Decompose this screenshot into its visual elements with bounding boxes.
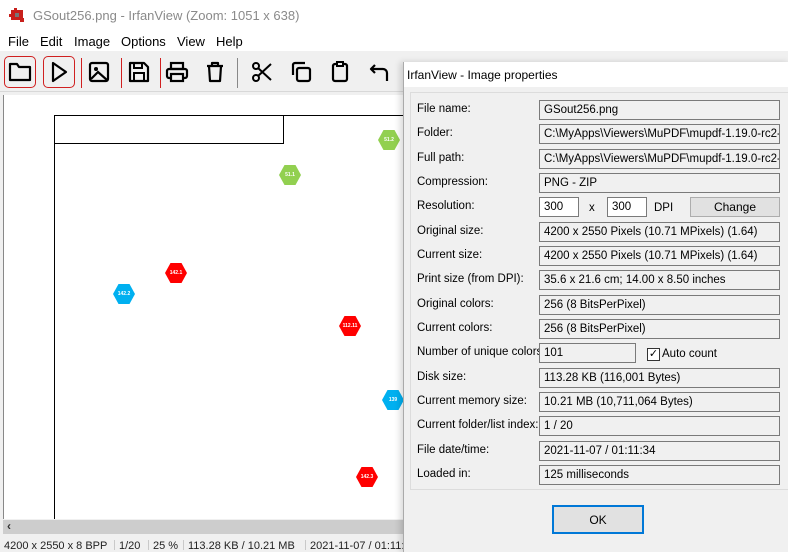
disk-size-label: Disk size: bbox=[417, 371, 467, 383]
undo-icon bbox=[369, 64, 389, 81]
play-icon bbox=[51, 61, 68, 83]
status-bar: 4200 x 2550 x 8 BPP 1/20 25 % 113.28 KB … bbox=[0, 536, 405, 550]
list-index-field[interactable]: 1 / 20 bbox=[539, 416, 780, 436]
original-colors-field[interactable]: 256 (8 BitsPerPixel) bbox=[539, 295, 780, 315]
unique-colors-label: Number of unique colors: bbox=[417, 346, 546, 358]
unique-colors-field[interactable]: 101 bbox=[539, 343, 636, 363]
irfanview-app-icon bbox=[9, 7, 25, 23]
original-size-label: Original size: bbox=[417, 225, 484, 237]
slideshow-button[interactable] bbox=[43, 56, 75, 88]
scissors-icon bbox=[252, 62, 272, 82]
scroll-left-icon[interactable]: ‹ bbox=[7, 519, 11, 533]
title-bar: GSout256.png - IrfanView (Zoom: 1051 x 6… bbox=[0, 0, 788, 31]
menu-bar: File Edit Image Options View Help bbox=[0, 31, 788, 51]
folder-label: Folder: bbox=[417, 127, 453, 139]
image-title-box bbox=[54, 115, 284, 144]
horizontal-scrollbar[interactable]: ‹ bbox=[3, 519, 405, 534]
resolution-y-input[interactable]: 300 bbox=[607, 197, 647, 217]
print-button[interactable] bbox=[161, 56, 193, 88]
memory-size-label: Current memory size: bbox=[417, 395, 527, 407]
resolution-x-input[interactable]: 300 bbox=[539, 197, 579, 217]
list-index-label: Current folder/list index: bbox=[417, 419, 539, 431]
copy-icon bbox=[291, 61, 312, 83]
full-path-label: Full path: bbox=[417, 152, 465, 164]
current-size-label: Current size: bbox=[417, 249, 483, 261]
status-index: 1/20 bbox=[114, 540, 140, 550]
window-title: GSout256.png - IrfanView (Zoom: 1051 x 6… bbox=[33, 8, 300, 23]
status-zoom: 25 % bbox=[148, 540, 178, 550]
dialog-title: IrfanView - Image properties bbox=[407, 68, 558, 82]
auto-count-checkbox[interactable]: ✓ bbox=[647, 348, 660, 361]
status-size: 113.28 KB / 10.21 MB bbox=[183, 540, 295, 550]
open-button[interactable] bbox=[4, 56, 36, 88]
original-size-field[interactable]: 4200 x 2550 Pixels (10.71 MPixels) (1.64… bbox=[539, 222, 780, 242]
resolution-separator: x bbox=[589, 202, 595, 214]
current-size-field[interactable]: 4200 x 2550 Pixels (10.71 MPixels) (1.64… bbox=[539, 246, 780, 266]
auto-count-label: Auto count bbox=[662, 348, 717, 360]
undo-button[interactable] bbox=[363, 56, 395, 88]
save-icon bbox=[128, 61, 150, 83]
status-datetime: 2021-11-07 / 01:11:34 bbox=[305, 540, 405, 550]
menu-view[interactable]: View bbox=[177, 34, 205, 49]
current-colors-field[interactable]: 256 (8 BitsPerPixel) bbox=[539, 319, 780, 339]
menu-file[interactable]: File bbox=[8, 34, 29, 49]
folder-icon bbox=[8, 62, 32, 82]
print-icon bbox=[165, 61, 189, 83]
delete-button[interactable] bbox=[199, 56, 231, 88]
copy-button[interactable] bbox=[285, 56, 317, 88]
cut-button[interactable] bbox=[246, 56, 278, 88]
menu-image[interactable]: Image bbox=[74, 34, 110, 49]
menu-options[interactable]: Options bbox=[121, 34, 166, 49]
resolution-unit: DPI bbox=[654, 202, 674, 214]
file-name-label: File name: bbox=[417, 103, 471, 115]
loaded-in-field[interactable]: 125 milliseconds bbox=[539, 465, 780, 485]
image-properties-dialog: IrfanView - Image properties File name: … bbox=[403, 62, 788, 552]
menu-help[interactable]: Help bbox=[216, 34, 243, 49]
save-button[interactable] bbox=[123, 56, 155, 88]
resolution-label: Resolution: bbox=[417, 200, 475, 212]
image-canvas[interactable]: 51.2 51.1 142.1 142.2 112.11 139 142.3 bbox=[3, 95, 405, 519]
clipboard-icon bbox=[331, 61, 349, 83]
image-icon bbox=[88, 61, 110, 83]
change-resolution-button[interactable]: Change bbox=[690, 197, 780, 217]
trash-icon bbox=[207, 61, 223, 83]
dialog-title-bar: IrfanView - Image properties bbox=[404, 62, 788, 87]
print-size-field[interactable]: 35.6 x 21.6 cm; 14.00 x 8.50 inches bbox=[539, 270, 780, 290]
ok-button[interactable]: OK bbox=[552, 505, 644, 534]
loaded-in-label: Loaded in: bbox=[417, 468, 471, 480]
original-colors-label: Original colors: bbox=[417, 298, 494, 310]
compression-label: Compression: bbox=[417, 176, 488, 188]
memory-size-field[interactable]: 10.21 MB (10,711,064 Bytes) bbox=[539, 392, 780, 412]
paste-button[interactable] bbox=[324, 56, 356, 88]
file-datetime-label: File date/time: bbox=[417, 444, 490, 456]
thumbnails-button[interactable] bbox=[83, 56, 115, 88]
current-colors-label: Current colors: bbox=[417, 322, 493, 334]
print-size-label: Print size (from DPI): bbox=[417, 273, 524, 285]
folder-field[interactable]: C:\MyApps\Viewers\MuPDF\mupdf-1.19.0-rc2… bbox=[539, 124, 780, 144]
full-path-field[interactable]: C:\MyApps\Viewers\MuPDF\mupdf-1.19.0-rc2… bbox=[539, 149, 780, 169]
compression-field[interactable]: PNG - ZIP bbox=[539, 173, 780, 193]
menu-edit[interactable]: Edit bbox=[40, 34, 62, 49]
file-name-field[interactable]: GSout256.png bbox=[539, 100, 780, 120]
disk-size-field[interactable]: 113.28 KB (116,001 Bytes) bbox=[539, 368, 780, 388]
status-dimensions: 4200 x 2550 x 8 BPP bbox=[4, 540, 108, 550]
file-datetime-field[interactable]: 2021-11-07 / 01:11:34 bbox=[539, 441, 780, 461]
